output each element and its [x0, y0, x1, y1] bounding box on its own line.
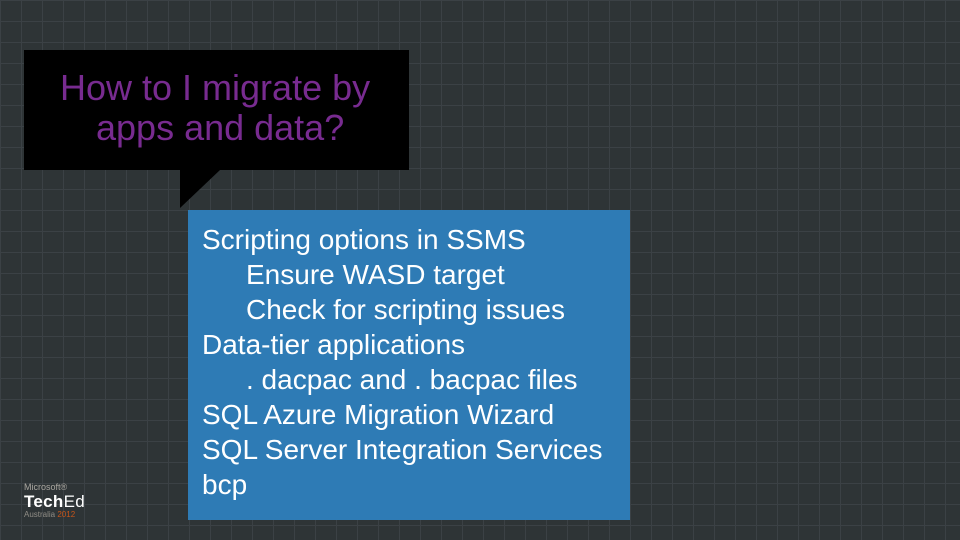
answer-box: Scripting options in SSMS Ensure WASD ta… — [188, 210, 630, 520]
answer-line: Scripting options in SSMS — [202, 222, 616, 257]
brand-year: 2012 — [57, 510, 75, 519]
answer-line: bcp — [202, 467, 616, 502]
question-bubble: How to I migrate by apps and data? — [24, 50, 409, 170]
question-line-2: apps and data? — [60, 108, 383, 148]
question-line-1: How to I migrate by — [60, 68, 383, 108]
brand-product-suffix: Ed — [64, 492, 85, 511]
speech-bubble-tail-icon — [180, 170, 220, 208]
answer-line: SQL Azure Migration Wizard — [202, 397, 616, 432]
brand-region-line: Australia 2012 — [24, 511, 85, 520]
brand-region: Australia — [24, 510, 55, 519]
slide: How to I migrate by apps and data? Scrip… — [0, 0, 960, 540]
answer-line: Data-tier applications — [202, 327, 616, 362]
brand-block: Microsoft® TechEd Australia 2012 — [24, 483, 85, 520]
brand-product: TechEd — [24, 493, 85, 512]
answer-line: Ensure WASD target — [202, 257, 616, 292]
answer-line: . dacpac and . bacpac files — [202, 362, 616, 397]
answer-line: Check for scripting issues — [202, 292, 616, 327]
brand-product-prefix: Tech — [24, 492, 64, 511]
answer-line: SQL Server Integration Services — [202, 432, 616, 467]
